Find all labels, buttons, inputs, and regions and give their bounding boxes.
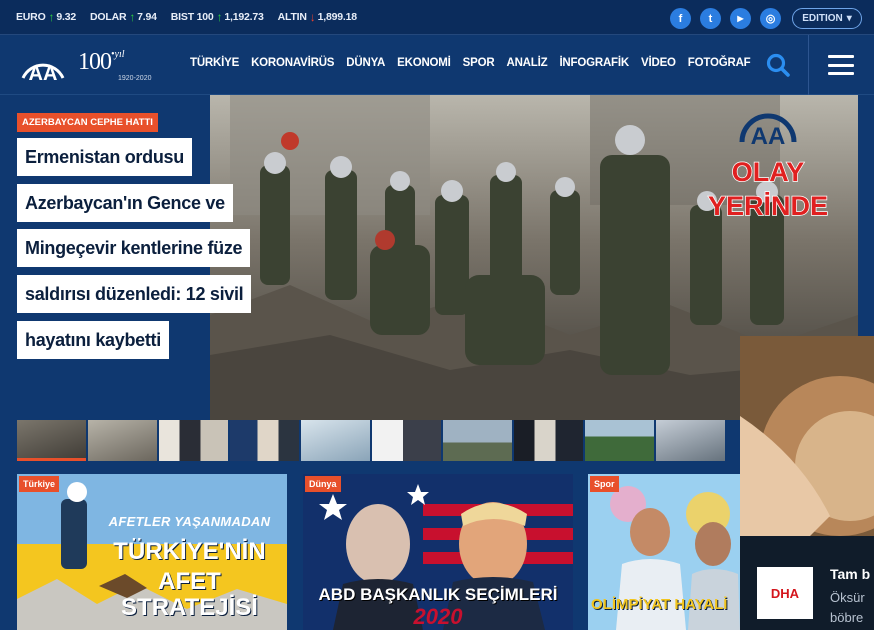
instagram-icon[interactable]: ◎: [760, 8, 781, 29]
card-label-dunya[interactable]: Dünya: [305, 476, 341, 492]
card-label-turkiye[interactable]: Türkiye: [19, 476, 60, 492]
nav-dunya[interactable]: DÜNYA: [346, 57, 385, 69]
dha-logo[interactable]: DHA: [757, 567, 813, 619]
ticker-value: 7.94: [137, 11, 157, 23]
hero-headline-line2[interactable]: Azerbaycan'ın Gence ve: [17, 184, 233, 222]
nav-fotograf[interactable]: FOTOĞRAF: [688, 57, 751, 69]
thumbnail-8[interactable]: [514, 420, 583, 461]
card-title-line1: TÜRKİYE'NİN: [113, 538, 266, 565]
thumbnail-6[interactable]: [372, 420, 441, 461]
youtube-icon[interactable]: ▶: [730, 8, 751, 29]
search-icon[interactable]: [765, 52, 791, 78]
ticker-label: ALTIN: [277, 11, 307, 23]
ticker-dolar[interactable]: DOLAR ↑ 7.94: [90, 10, 157, 24]
edition-label: EDITION: [802, 13, 843, 24]
card-title-line2: AFET: [158, 568, 221, 595]
chevron-down-icon: ▾: [846, 13, 852, 24]
menu-links: TÜRKİYE KORONAVİRÜS DÜNYA EKONOMİ SPOR A…: [190, 57, 751, 69]
hero-headline-line1[interactable]: Ermenistan ordusu: [17, 138, 192, 176]
olay-yerinde-badge: AA OLAY YERİNDE: [707, 113, 829, 222]
arrow-up-icon: ↑: [216, 10, 223, 24]
card-title-dunya: ABD BAŞKANLIK SEÇİMLERİ: [318, 585, 558, 604]
hero-headline-line4[interactable]: saldırısı düzenledi: 12 sivil: [17, 275, 252, 313]
thumbnail-2[interactable]: [88, 420, 157, 461]
badge-line2: YERİNDE: [708, 191, 828, 221]
anniv-years: 1920-2020: [118, 75, 152, 82]
nav-spor[interactable]: SPOR: [463, 57, 495, 69]
nav-divider: [808, 35, 809, 95]
anniv-word: •yıl: [111, 49, 125, 60]
ad-text-line1: Öksür: [830, 590, 865, 605]
ticker-value: 9.32: [56, 11, 76, 23]
thumbnail-4[interactable]: [230, 420, 299, 461]
aa-logo-icon[interactable]: AA: [17, 42, 69, 86]
ticker-bist100[interactable]: BIST 100 ↑ 1,192.73: [171, 10, 264, 24]
ticker-value: 1,192.73: [224, 11, 264, 23]
ticker-altin[interactable]: ALTIN ↓ 1,899.18: [278, 10, 357, 24]
card-spor[interactable]: Spor OLİMPİYAT HAYALİ: [588, 474, 740, 630]
edition-dropdown[interactable]: EDITION ▾: [792, 8, 862, 29]
ticker-value: 1,899.18: [317, 11, 357, 23]
hamburger-menu-icon[interactable]: [828, 55, 854, 75]
main-navigation: AA 100•yıl 1920-2020 TÜRKİYE KORONAVİRÜS…: [0, 35, 874, 95]
facebook-icon[interactable]: f: [670, 8, 691, 29]
arrow-down-icon: ↓: [309, 10, 316, 24]
ticker-label: EURO: [16, 11, 46, 23]
anniv-number: 100: [78, 49, 112, 75]
twitter-icon[interactable]: t: [700, 8, 721, 29]
ad-title[interactable]: Tam b: [830, 566, 870, 582]
card-year-dunya: 2020: [413, 604, 463, 629]
nav-infografik[interactable]: İNFOGRAFİK: [559, 57, 629, 69]
nav-turkiye[interactable]: TÜRKİYE: [190, 57, 239, 69]
anniversary-badge: 100•yıl 1920-2020: [78, 49, 151, 82]
ticker-euro[interactable]: EURO ↑ 9.32: [16, 10, 76, 24]
card-dunya[interactable]: Dünya ABD BAŞKANLIK SEÇİMLERİ 2020: [303, 474, 573, 630]
badge-line1: OLAY: [732, 157, 805, 187]
ticker-label: DOLAR: [90, 11, 127, 23]
ticker-label: BIST 100: [170, 11, 214, 23]
card-label-spor[interactable]: Spor: [590, 476, 619, 492]
thumbnail-10[interactable]: [656, 420, 725, 461]
logo-text: AA: [29, 63, 58, 85]
nav-ekonomi[interactable]: EKONOMİ: [397, 57, 451, 69]
thumbnail-5[interactable]: [301, 420, 370, 461]
nav-koronavirus[interactable]: KORONAVİRÜS: [251, 57, 334, 69]
arrow-up-icon: ↑: [129, 10, 136, 24]
hero-category-tag[interactable]: AZERBAYCAN CEPHE HATTI: [17, 113, 158, 132]
ad-text-line2: böbre: [830, 610, 864, 625]
thumbnail-3[interactable]: [159, 420, 228, 461]
card-title-line3: STRATEJİSİ: [121, 594, 258, 621]
card-turkiye[interactable]: Türkiye AFETLER YAŞANMADAN TÜRKİYE'NİN A…: [17, 474, 287, 630]
thumbnail-1[interactable]: [17, 420, 86, 461]
card-title-spor: OLİMPİYAT HAYALİ: [591, 596, 728, 613]
thumbnail-9[interactable]: [585, 420, 654, 461]
thumbnail-7[interactable]: [443, 420, 512, 461]
card-subtitle-turkiye: AFETLER YAŞANMADAN: [108, 514, 271, 529]
hero-headline-line3[interactable]: Mingeçevir kentlerine füze: [17, 229, 251, 267]
hero-headline-line5[interactable]: hayatını kaybetti: [17, 321, 169, 359]
nav-video[interactable]: VİDEO: [641, 57, 676, 69]
badge-logo-text: AA: [751, 123, 786, 150]
arrow-up-icon: ↑: [48, 10, 55, 24]
nav-analiz[interactable]: ANALİZ: [506, 57, 547, 69]
slider-thumbnails: [17, 420, 725, 461]
